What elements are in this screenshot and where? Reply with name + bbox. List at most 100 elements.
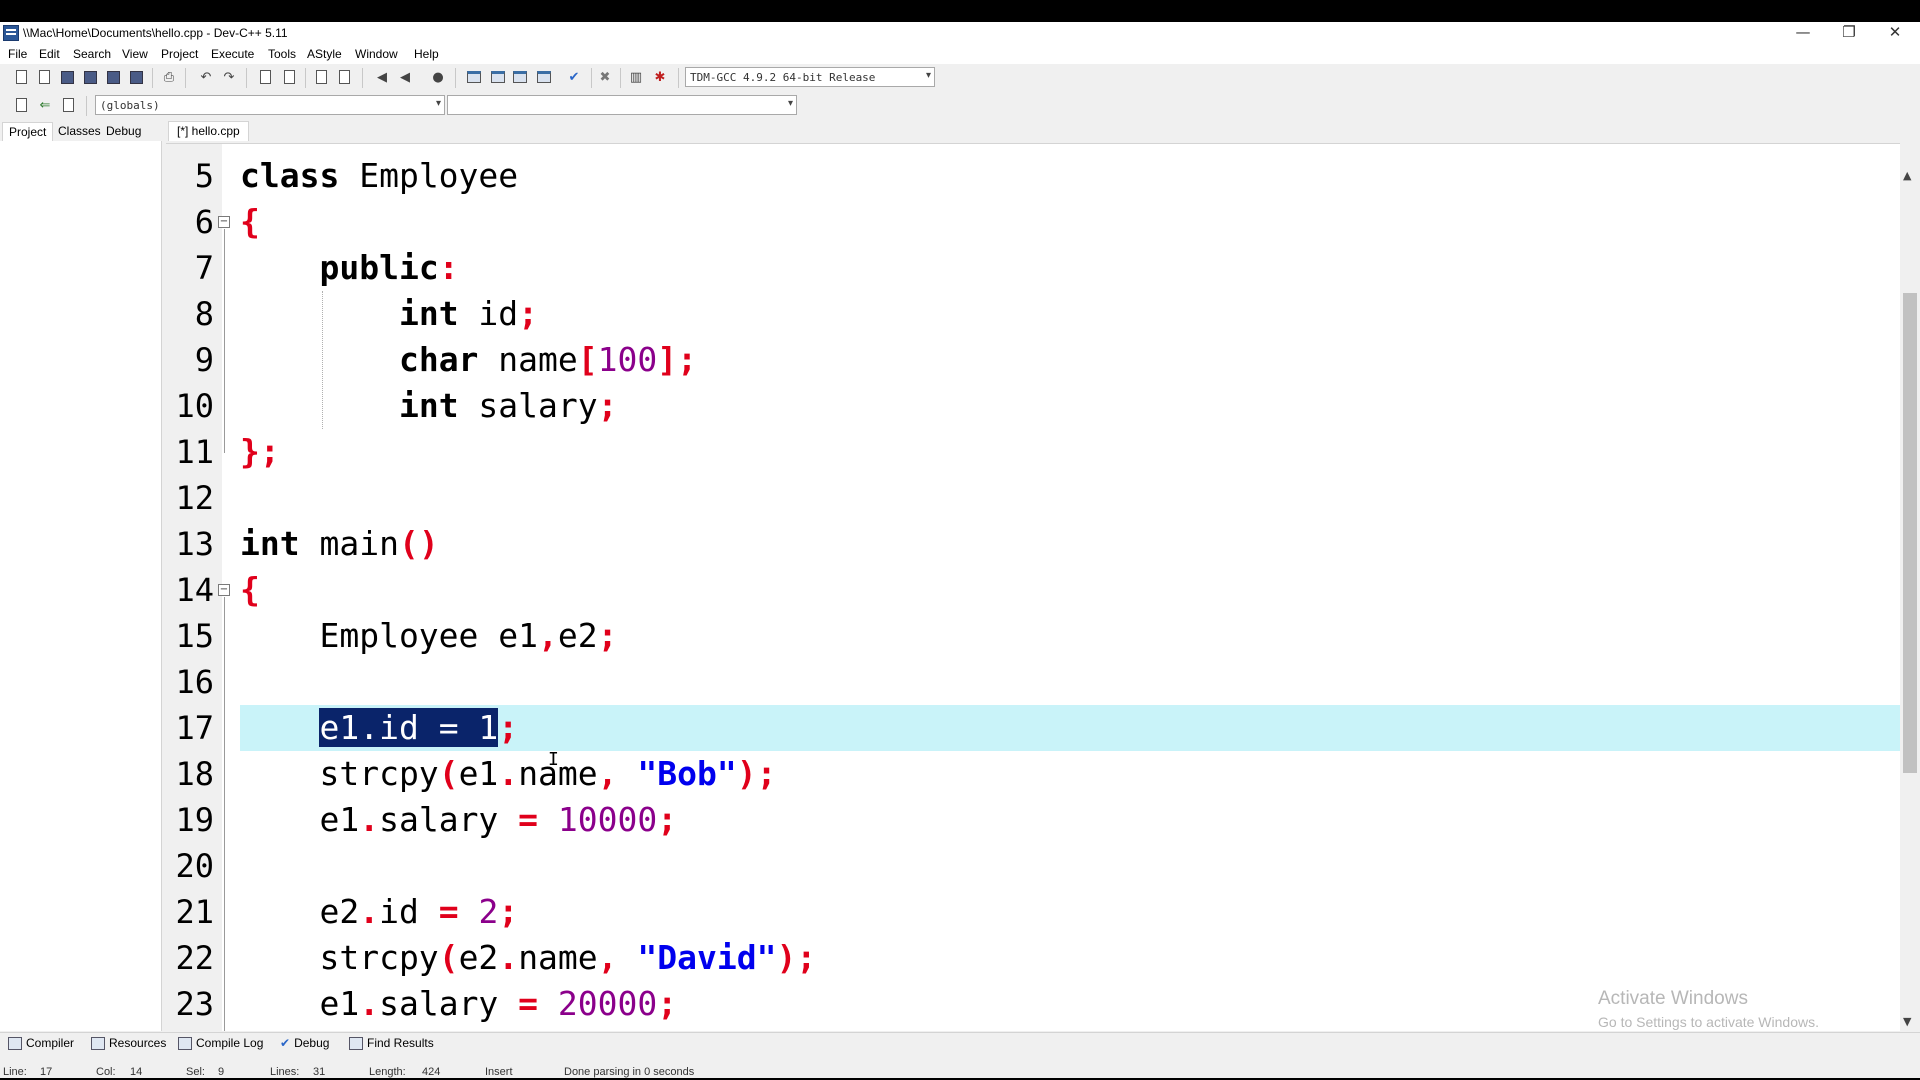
run-icon[interactable] <box>489 68 507 86</box>
tab-compiler[interactable]: Compiler <box>8 1036 74 1050</box>
menu-astyle[interactable]: AStyle <box>307 47 342 61</box>
goto-forward-icon[interactable]: ◀ <box>396 68 414 86</box>
code-line[interactable]: 19 e1.salary = 10000; <box>166 797 1900 843</box>
tab-debug-output-label: Debug <box>294 1036 330 1050</box>
code-line[interactable]: 15 Employee e1,e2; <box>166 613 1900 659</box>
code-text: e1.salary = 20000; <box>240 981 677 1027</box>
unindent-icon[interactable] <box>335 68 353 86</box>
text-cursor-icon: I <box>548 749 559 770</box>
scroll-down-icon[interactable]: ▼ <box>1903 1015 1911 1028</box>
print-icon[interactable]: ⎙ <box>160 68 178 86</box>
tab-debug[interactable]: Debug <box>100 122 147 141</box>
menu-project[interactable]: Project <box>161 47 198 61</box>
indent-icon[interactable] <box>312 68 330 86</box>
menu-file[interactable]: File <box>8 47 27 61</box>
code-editor[interactable]: 5 class Employee 6{7 public: 8 int id; 9 cha… <box>166 143 1900 1031</box>
status-col-label: Col: <box>96 1066 116 1078</box>
menu-view[interactable]: View <box>122 47 148 61</box>
code-token: ; <box>657 800 678 839</box>
insert-icon[interactable] <box>12 96 30 114</box>
menu-help[interactable]: Help <box>414 47 439 61</box>
code-line[interactable]: 6{ <box>166 199 1900 245</box>
line-number: 16 <box>175 663 214 701</box>
code-line[interactable]: 16 <box>166 659 1900 705</box>
menu-window[interactable]: Window <box>355 47 398 61</box>
profile-chart-icon[interactable]: ▥ <box>627 68 645 86</box>
vertical-scrollbar[interactable]: ▲ ▼ <box>1900 167 1920 1031</box>
close-all-icon[interactable] <box>127 68 145 86</box>
code-line[interactable]: 8 int id; <box>166 291 1900 337</box>
stop-execution-icon[interactable]: ✖ <box>596 68 614 86</box>
toggle-bookmark-icon[interactable]: ● <box>429 68 447 86</box>
close-button[interactable]: ✕ <box>1872 22 1918 44</box>
code-line[interactable]: 18 strcpy(e1.name, "Bob"); <box>166 751 1900 797</box>
code-token: . <box>359 892 380 931</box>
line-number: 21 <box>175 893 214 931</box>
fold-toggle-icon[interactable]: − <box>218 216 230 228</box>
class-toolbar: ⇐ (globals) ▾ ▾ <box>0 91 1920 119</box>
code-line[interactable]: 14 { <box>166 567 1900 613</box>
goto-line-icon[interactable]: ⇐ <box>36 96 54 114</box>
undo-icon[interactable]: ↶ <box>197 68 215 86</box>
rebuild-all-icon[interactable] <box>535 68 553 86</box>
tab-compile-log[interactable]: Compile Log <box>178 1036 263 1050</box>
scrollbar-thumb[interactable] <box>1903 293 1917 773</box>
debug-icon[interactable]: ✱ <box>651 68 669 86</box>
tab-project[interactable]: Project <box>2 122 54 141</box>
menu-tools[interactable]: Tools <box>268 47 296 61</box>
menu-execute[interactable]: Execute <box>211 47 254 61</box>
code-line[interactable]: 22 strcpy(e2.name, "David"); <box>166 935 1900 981</box>
tab-classes[interactable]: Classes <box>52 122 107 141</box>
tab-find-results[interactable]: Find Results <box>349 1036 434 1050</box>
code-token: salary <box>379 800 519 839</box>
devcpp-app-icon <box>3 25 19 41</box>
code-line[interactable]: 11}; <box>166 429 1900 475</box>
close-file-icon[interactable] <box>104 68 122 86</box>
menu-search[interactable]: Search <box>73 47 111 61</box>
goto-back-icon[interactable]: ◀ <box>373 68 391 86</box>
redo-icon[interactable]: ↷ <box>220 68 238 86</box>
find-icon[interactable] <box>256 68 274 86</box>
menu-edit[interactable]: Edit <box>39 47 60 61</box>
tab-hello-cpp[interactable]: [*] hello.cpp <box>168 121 249 141</box>
tab-compile-log-label: Compile Log <box>196 1036 264 1050</box>
code-line[interactable]: 10 int salary; <box>166 383 1900 429</box>
fold-toggle-icon[interactable]: − <box>218 584 230 596</box>
fold-line <box>224 229 225 453</box>
restore-button[interactable]: ❐ <box>1826 22 1872 44</box>
code-token: e2 <box>240 892 360 931</box>
code-line[interactable]: 12 <box>166 475 1900 521</box>
resources-icon <box>91 1036 105 1050</box>
tab-debug-output[interactable]: ✔ Debug <box>280 1036 329 1050</box>
open-file-icon[interactable] <box>35 68 53 86</box>
compile-run-icon[interactable] <box>511 68 529 86</box>
scroll-up-icon[interactable]: ▲ <box>1903 169 1911 182</box>
code-token: id <box>379 892 439 931</box>
code-line[interactable]: 5 class Employee <box>166 153 1900 199</box>
code-line[interactable]: 17 e1.id = 1; <box>166 705 1900 751</box>
code-token: { <box>240 570 260 609</box>
bookmarks-icon[interactable] <box>59 96 77 114</box>
save-all-icon[interactable] <box>81 68 99 86</box>
code-line[interactable]: 20 <box>166 843 1900 889</box>
scope-select[interactable]: (globals) ▾ <box>95 95 445 115</box>
save-icon[interactable] <box>58 68 76 86</box>
compile-icon[interactable] <box>465 68 483 86</box>
code-line[interactable]: 7 public: <box>166 245 1900 291</box>
code-line[interactable]: 9 char name[100]; <box>166 337 1900 383</box>
replace-icon[interactable] <box>280 68 298 86</box>
member-select[interactable]: ▾ <box>447 95 797 115</box>
code-token: , <box>538 616 558 655</box>
code-line[interactable]: 21 e2.id = 2; <box>166 889 1900 935</box>
new-file-icon[interactable] <box>12 68 30 86</box>
compiler-select[interactable]: TDM-GCC 4.9.2 64-bit Release ▾ <box>685 67 935 87</box>
syntax-check-icon[interactable]: ✔ <box>565 68 583 86</box>
code-token: . <box>498 938 519 977</box>
code-token: Employee <box>339 156 519 195</box>
tab-resources[interactable]: Resources <box>91 1036 166 1050</box>
minimize-button[interactable]: — <box>1780 22 1826 44</box>
code-line[interactable]: 13 int main() <box>166 521 1900 567</box>
